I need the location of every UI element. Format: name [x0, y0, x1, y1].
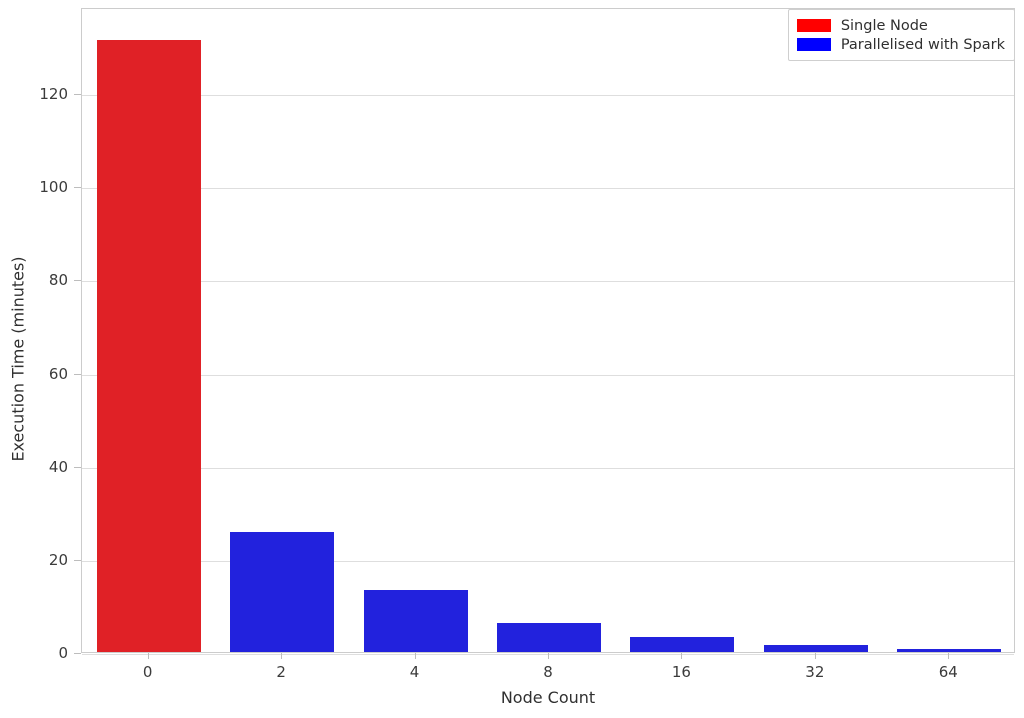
bar-chart-figure: 0 20 40 60 80 100 120 Execution Time (minutes)…: [0, 0, 1024, 718]
y-axis-tick-label: 120: [39, 85, 68, 104]
legend-item-label: Single Node: [840, 17, 928, 34]
plot-area: [81, 8, 1015, 655]
gridline: [82, 467, 1014, 469]
x-axis-tick-mark: [548, 653, 549, 659]
y-axis-tick-mark: [74, 94, 81, 96]
x-axis-tick-label: 32: [805, 663, 825, 681]
bar: [96, 39, 201, 652]
legend-swatch-icon: [796, 19, 831, 32]
y-axis-tick-mark: [74, 466, 81, 468]
x-axis-tick-label: 8: [543, 663, 553, 681]
y-axis-label: Execution Time (minutes): [8, 256, 28, 462]
legend: Single Node Parallelised with Spark: [787, 9, 1015, 61]
y-axis-tick-mark: [74, 280, 81, 282]
bar: [363, 590, 468, 652]
gridline: [82, 281, 1014, 283]
x-axis-tick-label: 2: [276, 663, 286, 681]
gridline: [82, 188, 1014, 190]
bar: [230, 532, 335, 652]
bar: [630, 637, 735, 652]
y-axis-tick-label: 20: [48, 550, 68, 569]
y-axis-tick-mark: [74, 187, 81, 189]
x-axis-tick-label: 16: [671, 663, 691, 681]
x-axis-tick-mark: [147, 653, 149, 659]
bar: [897, 648, 1002, 652]
y-axis-tick-mark: [74, 373, 81, 375]
legend-swatch-icon: [796, 38, 831, 51]
y-axis-tick-mark: [74, 559, 81, 561]
x-axis-tick-mark: [281, 653, 283, 659]
gridline: [82, 560, 1014, 562]
legend-item-label: Parallelised with Spark: [840, 36, 1005, 53]
x-axis-label: Node Count: [500, 688, 596, 707]
x-axis-tick-mark: [948, 653, 950, 659]
legend-item: Single Node: [796, 16, 1005, 35]
x-axis-tick-mark: [681, 653, 683, 659]
gridline: [82, 95, 1014, 97]
legend-item: Parallelised with Spark: [796, 35, 1005, 54]
x-axis-tick-label: 64: [938, 663, 958, 681]
bar: [496, 623, 602, 652]
gridline: [82, 374, 1014, 376]
bar: [763, 644, 868, 652]
x-axis-tick-label: 0: [142, 663, 153, 681]
y-axis-tick-mark: [74, 653, 81, 654]
x-axis-tick-mark: [814, 653, 816, 659]
x-axis-tick-label: 4: [409, 663, 420, 681]
y-axis-tick-label: 0: [58, 644, 68, 662]
x-axis-tick-mark: [414, 653, 416, 659]
